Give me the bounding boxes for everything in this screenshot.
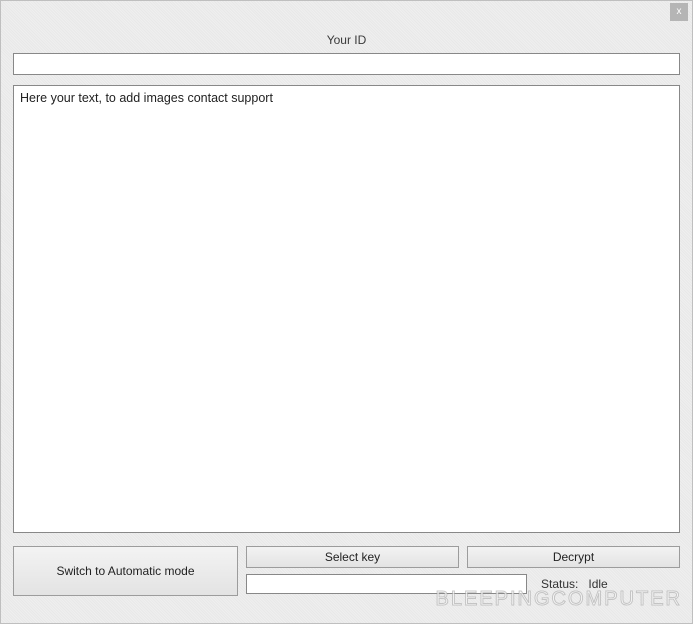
decrypt-button[interactable]: Decrypt [467, 546, 680, 568]
close-button[interactable]: x [670, 3, 688, 21]
status-display: Status: Idle [535, 574, 680, 594]
status-label: Status: [541, 577, 578, 591]
right-column: Select key Decrypt Status: Idle [246, 546, 680, 596]
right-bottom-row: Status: Idle [246, 574, 680, 594]
message-textarea[interactable]: Here your text, to add images contact su… [13, 85, 680, 533]
app-window: x Your ID Here your text, to add images … [0, 0, 693, 624]
select-key-button[interactable]: Select key [246, 546, 459, 568]
status-value: Idle [588, 577, 607, 591]
your-id-input[interactable] [13, 53, 680, 75]
key-path-input[interactable] [246, 574, 527, 594]
switch-mode-button[interactable]: Switch to Automatic mode [13, 546, 238, 596]
right-top-row: Select key Decrypt [246, 546, 680, 568]
your-id-label: Your ID [13, 33, 680, 47]
bottom-controls: Switch to Automatic mode Select key Decr… [13, 546, 680, 596]
titlebar: x [1, 1, 692, 25]
content-area: Your ID Here your text, to add images co… [1, 25, 692, 606]
